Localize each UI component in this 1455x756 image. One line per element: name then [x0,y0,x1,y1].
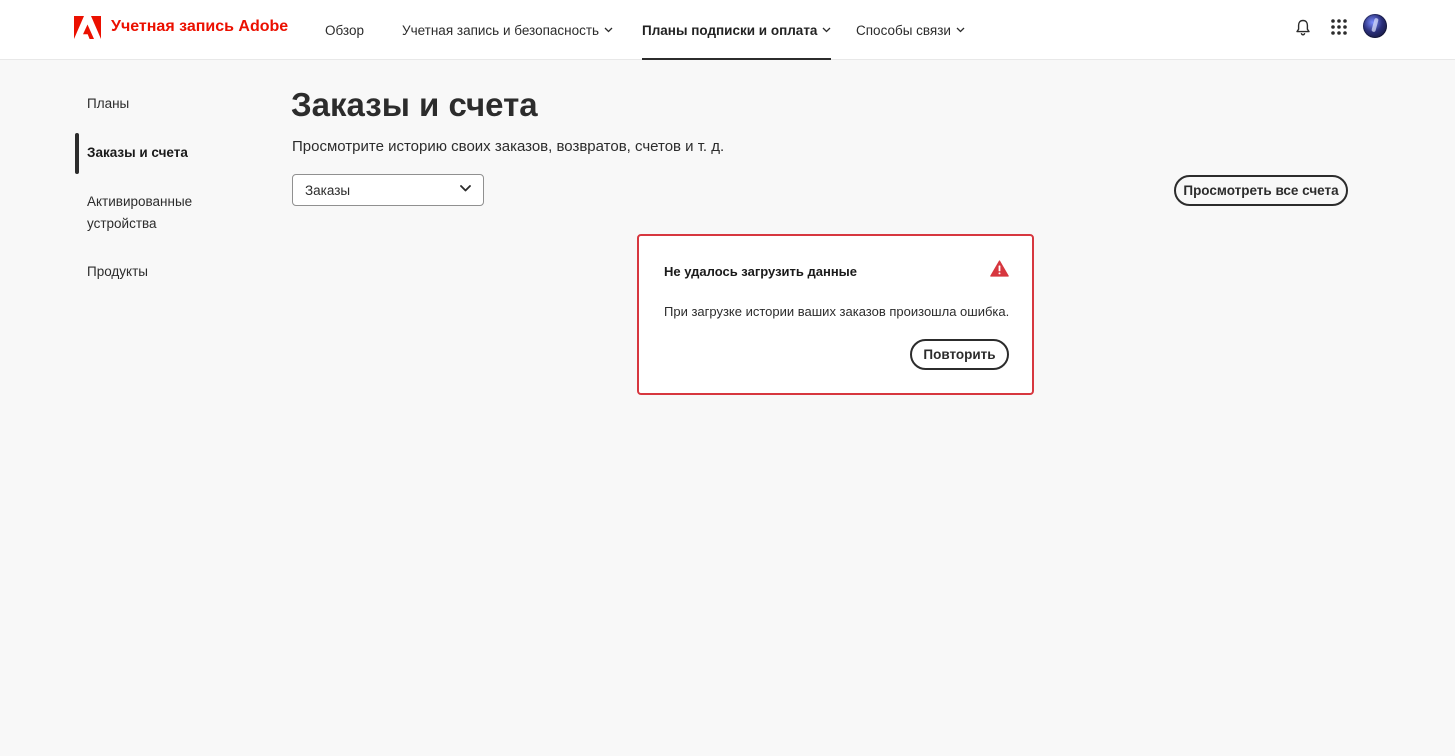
nav-communication-label: Способы связи [856,22,951,38]
adobe-logo-icon [74,15,101,39]
chevron-down-icon [956,27,965,33]
view-all-invoices-button[interactable]: Просмотреть все счета [1174,175,1348,206]
page-subtitle: Просмотрите историю своих заказов, возвр… [292,138,725,155]
sidebar-item-orders-invoices[interactable]: Заказы и счета [87,142,237,164]
alert-triangle-icon [990,260,1009,282]
avatar[interactable] [1363,14,1387,38]
orders-filter-value: Заказы [305,182,351,198]
sidebar-item-products[interactable]: Продукты [87,261,237,283]
nav-overview[interactable]: Обзор [325,0,364,60]
nav-plans-billing-label: Планы подписки и оплата [642,22,818,38]
orders-filter-select[interactable]: Заказы [292,174,484,206]
nav-overview-label: Обзор [325,22,364,38]
error-message: При загрузке истории ваших заказов произ… [664,304,1010,319]
page-title: Заказы и счета [291,86,538,123]
nav-communication[interactable]: Способы связи [856,0,965,60]
nav-account-security[interactable]: Учетная запись и безопасность [402,0,613,60]
sidebar-item-activated-devices[interactable]: Активированные устройства [87,191,207,235]
retry-button[interactable]: Повторить [910,339,1009,370]
top-header: Учетная запись Adobe Обзор Учетная запис… [0,0,1455,60]
bell-icon[interactable] [1294,18,1312,36]
nav-account-security-label: Учетная запись и безопасность [402,22,600,38]
sidebar-active-indicator [75,133,79,174]
chevron-down-icon [604,27,613,33]
apps-grid-icon[interactable] [1329,17,1349,37]
error-card: Не удалось загрузить данные При загрузке… [637,234,1034,395]
chevron-down-icon [822,27,831,33]
error-title: Не удалось загрузить данные [664,264,858,279]
chevron-down-icon [460,185,471,192]
sidebar-item-plans[interactable]: Планы [87,93,237,115]
nav-plans-billing[interactable]: Планы подписки и оплата [642,0,832,60]
brand-name: Учетная запись Adobe [111,18,289,35]
brand-link[interactable]: Учетная запись Adobe [74,15,288,39]
